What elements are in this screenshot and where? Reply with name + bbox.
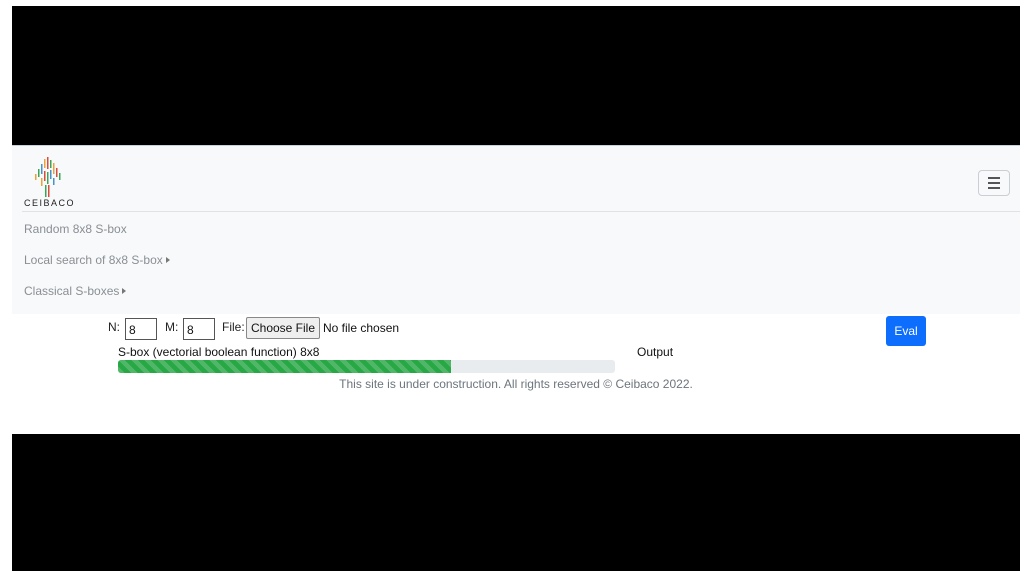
- letterbox-top: [12, 6, 1020, 145]
- m-label: M:: [165, 320, 179, 334]
- nav-item-label: Random 8x8 S-box: [24, 222, 127, 236]
- nav-item-classical-sboxes[interactable]: Classical S-boxes: [24, 284, 127, 298]
- hamburger-menu-icon: [988, 176, 1000, 191]
- navbar-divider: [22, 211, 1020, 212]
- file-label: File:: [222, 320, 245, 334]
- progress-fill: [118, 360, 451, 373]
- brand-name[interactable]: CEIBACO: [24, 198, 75, 208]
- nav-item-random-sbox[interactable]: Random 8x8 S-box: [24, 222, 127, 236]
- nav-item-label: Classical S-boxes: [24, 284, 120, 298]
- footer-text: This site is under construction. All rig…: [339, 377, 693, 391]
- n-input[interactable]: 8: [125, 318, 157, 340]
- nav-item-local-search[interactable]: Local search of 8x8 S-box: [24, 253, 170, 267]
- sbox-label: S-box (vectorial boolean function) 8x8: [118, 345, 320, 359]
- choose-file-button[interactable]: Choose File: [246, 317, 320, 339]
- caret-right-icon: [122, 288, 127, 294]
- eval-button[interactable]: Eval: [886, 316, 926, 346]
- navbar-toggler-button[interactable]: [978, 170, 1010, 196]
- output-label: Output: [637, 345, 674, 359]
- navbar: CEIBACO Random 8x8 S-box Local search of…: [12, 145, 1020, 314]
- m-input[interactable]: 8: [183, 318, 215, 340]
- n-label: N:: [108, 320, 120, 334]
- file-status: No file chosen: [323, 321, 400, 335]
- caret-right-icon: [165, 257, 170, 263]
- letterbox-bottom: [12, 434, 1020, 571]
- nav-item-label: Local search of 8x8 S-box: [24, 253, 163, 267]
- progress-bar: [118, 360, 615, 373]
- sbox-form: N: 8 M: 8 File: Choose File No file chos…: [0, 313, 1026, 434]
